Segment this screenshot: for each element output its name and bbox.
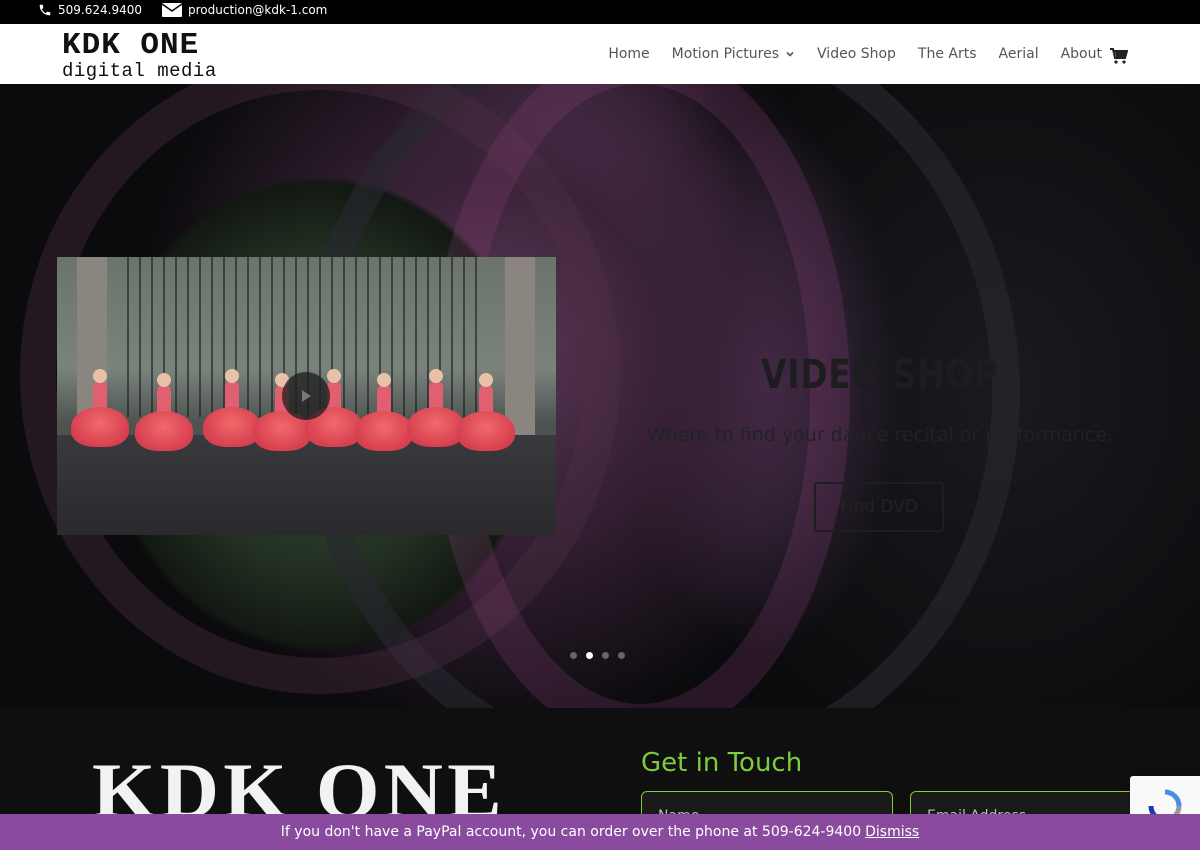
dancer-figure [203,407,261,447]
dancer-figure [93,369,107,383]
nav-label: Motion Pictures [671,46,780,62]
play-icon [302,390,311,402]
nav-label: Video Shop [817,46,896,62]
email-contact[interactable]: production@kdk-1.com [162,3,327,17]
dancer-figure [429,369,443,383]
top-bar: 509.624.9400 production@kdk-1.com [0,0,1200,24]
nav-label: Home [608,46,650,62]
get-in-touch-heading: Get in Touch [641,748,803,778]
nav-video-shop[interactable]: Video Shop [817,46,896,62]
slider-dot-1[interactable] [570,652,577,659]
notice-text: If you don't have a PayPal account, you … [280,824,862,840]
dancer-figure [327,369,341,383]
video-player[interactable] [57,257,556,535]
dancer-figure [407,407,465,447]
dancer-figure [225,369,239,383]
slider-dot-2[interactable] [586,652,593,659]
dancer-figure [135,411,193,451]
paypal-notice: If you don't have a PayPal account, you … [0,814,1200,850]
site-header: KDK ONE digital media Home Motion Pictur… [0,24,1200,84]
nav-aerial[interactable]: Aerial [999,46,1039,62]
nav-home[interactable]: Home [608,46,649,62]
dancer-figure [457,411,515,451]
phone-number: 509.624.9400 [58,3,142,17]
logo-line2: digital media [62,60,217,82]
nav-label: About [1060,46,1102,62]
nav-motion-pictures[interactable]: Motion Pictures [672,46,795,62]
phone-icon [39,4,51,16]
email-address: production@kdk-1.com [188,3,328,17]
nav-about[interactable]: About [1061,46,1102,62]
slider-dot-4[interactable] [618,652,625,659]
hero-slider: VIDEO SHOP Where to find your dance reci… [0,84,1200,708]
dancer-figure [377,373,391,387]
slide-content: VIDEO SHOP Where to find your dance reci… [600,84,1160,708]
slide-subtitle: Where to find your dance recital or perf… [647,424,1113,446]
main-nav: Home Motion Pictures Video Shop The Arts… [608,24,1102,84]
chevron-down-icon [786,51,794,57]
nav-the-arts[interactable]: The Arts [918,46,977,62]
slide-title: VIDEO SHOP [761,352,999,398]
dancer-figure [71,407,129,447]
slider-dots [570,652,625,659]
nav-label: Aerial [998,46,1039,62]
nav-label: The Arts [917,46,977,62]
dismiss-link[interactable]: Dismiss [865,824,919,840]
phone-contact[interactable]: 509.624.9400 [38,3,142,17]
find-dvd-button[interactable]: Find DVD [814,482,944,532]
dancer-figure [479,373,493,387]
logo-line1: KDK ONE [62,28,200,63]
slider-dot-3[interactable] [602,652,609,659]
cart-button[interactable] [1110,48,1129,68]
envelope-icon [162,3,182,17]
dancer-figure [355,411,413,451]
dancer-figure [157,373,171,387]
cart-icon [1110,48,1129,64]
site-logo[interactable]: KDK ONE digital media [62,30,217,81]
play-button[interactable] [282,372,330,420]
